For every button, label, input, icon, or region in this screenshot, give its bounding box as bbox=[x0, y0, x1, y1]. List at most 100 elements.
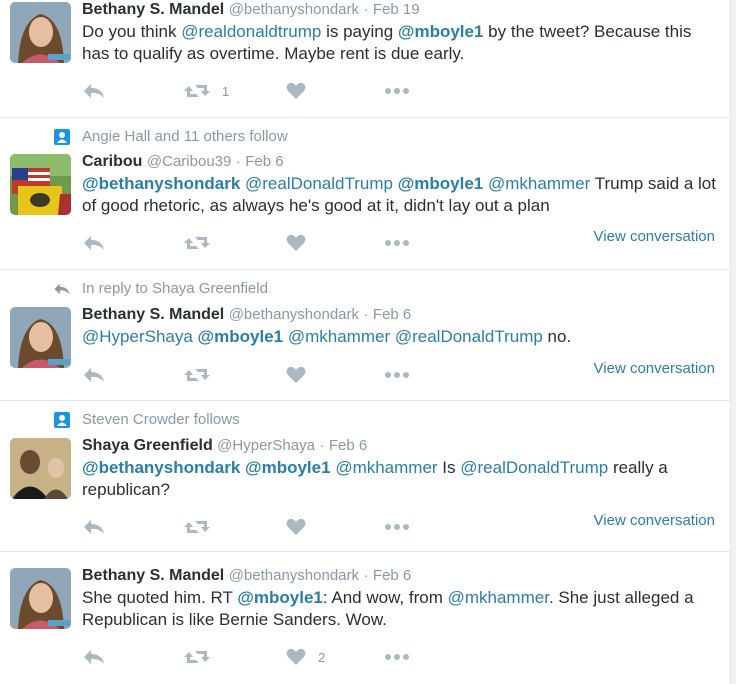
avatar[interactable] bbox=[10, 438, 71, 499]
avatar[interactable] bbox=[10, 307, 71, 368]
author-name[interactable]: Bethany S. Mandel bbox=[82, 1, 224, 18]
separator: · bbox=[363, 1, 369, 18]
mention-link[interactable]: @mkhammer bbox=[488, 174, 590, 193]
mention-link[interactable]: @mboyle1 bbox=[237, 588, 323, 607]
tweet-actions: 1 bbox=[82, 80, 722, 102]
author-name[interactable]: Bethany S. Mandel bbox=[82, 567, 224, 584]
reply-icon bbox=[82, 648, 106, 666]
timestamp[interactable]: Feb 6 bbox=[373, 567, 411, 584]
view-conversation-link[interactable]: View conversation bbox=[594, 228, 715, 246]
retweet-icon bbox=[184, 518, 210, 536]
retweet-icon bbox=[184, 648, 210, 666]
tweet-actions: 2 bbox=[82, 646, 722, 668]
tweet-actions: View conversation bbox=[82, 512, 722, 538]
tweet-actions: View conversation bbox=[82, 228, 722, 254]
avatar[interactable] bbox=[10, 2, 71, 63]
timestamp[interactable]: Feb 6 bbox=[373, 306, 411, 323]
author-handle[interactable]: @bethanyshondark bbox=[229, 306, 359, 323]
tweet-item[interactable]: Steven Crowder follows Shaya Greenfield … bbox=[0, 401, 730, 552]
mention-link[interactable]: @mkhammer bbox=[448, 588, 549, 607]
mention-link[interactable]: @mboyle1 bbox=[398, 22, 484, 41]
reply-button[interactable] bbox=[82, 232, 106, 254]
author-handle[interactable]: @bethanyshondark bbox=[229, 567, 359, 584]
reply-context[interactable]: In reply to Shaya Greenfield bbox=[82, 280, 268, 298]
follow-icon bbox=[53, 411, 71, 429]
follow-icon bbox=[53, 128, 71, 146]
view-conversation-link[interactable]: View conversation bbox=[594, 512, 715, 530]
like-button[interactable] bbox=[286, 80, 318, 102]
retweet-button[interactable] bbox=[184, 232, 210, 254]
retweet-button[interactable] bbox=[184, 646, 222, 668]
mention-link[interactable]: @mkhammer bbox=[288, 327, 390, 346]
more-icon bbox=[384, 238, 410, 248]
tweet-item[interactable]: In reply to Shaya Greenfield Bethany S. … bbox=[0, 270, 730, 401]
reply-button[interactable] bbox=[82, 516, 106, 538]
reply-button[interactable] bbox=[82, 364, 106, 386]
tweet-header: Shaya Greenfield @HyperShaya · Feb 6 bbox=[82, 436, 367, 456]
separator: · bbox=[235, 153, 241, 170]
reply-button[interactable] bbox=[82, 646, 106, 668]
tweet-header: Bethany S. Mandel @bethanyshondark · Feb… bbox=[82, 566, 411, 586]
reply-icon bbox=[82, 366, 106, 384]
like-button[interactable] bbox=[286, 364, 306, 386]
more-icon bbox=[384, 652, 410, 662]
like-button[interactable] bbox=[286, 232, 306, 254]
reply-icon bbox=[82, 82, 106, 100]
like-count: 2 bbox=[318, 649, 326, 665]
view-conversation-link[interactable]: View conversation bbox=[594, 360, 715, 378]
avatar[interactable] bbox=[10, 154, 71, 215]
author-handle[interactable]: @Caribou39 bbox=[147, 153, 231, 170]
reply-icon bbox=[82, 234, 106, 252]
retweet-button[interactable] bbox=[184, 516, 210, 538]
social-context[interactable]: Angie Hall and 11 others follow bbox=[82, 128, 288, 146]
social-context[interactable]: Steven Crowder follows bbox=[82, 411, 240, 429]
author-name[interactable]: Bethany S. Mandel bbox=[82, 306, 224, 323]
more-button[interactable] bbox=[384, 80, 410, 102]
tweet-header: Bethany S. Mandel @bethanyshondark · Feb… bbox=[82, 0, 420, 20]
retweet-count: 1 bbox=[222, 83, 230, 99]
mention-link[interactable]: @mboyle1 bbox=[398, 174, 484, 193]
mention-link[interactable]: @bethanyshondark bbox=[82, 458, 240, 477]
heart-icon bbox=[286, 234, 306, 252]
mention-link[interactable]: @realDonaldTrump bbox=[395, 327, 543, 346]
mention-link[interactable]: @mboyle1 bbox=[245, 458, 331, 477]
separator: · bbox=[363, 306, 369, 323]
reply-icon bbox=[82, 518, 106, 536]
more-button[interactable] bbox=[384, 646, 410, 668]
heart-icon bbox=[286, 648, 306, 666]
like-button[interactable]: 2 bbox=[286, 646, 325, 668]
mention-link[interactable]: @mkhammer bbox=[335, 458, 437, 477]
retweet-button[interactable] bbox=[184, 364, 210, 386]
tweet-item[interactable]: Bethany S. Mandel @bethanyshondark · Feb… bbox=[0, 0, 730, 118]
retweet-icon bbox=[184, 366, 210, 384]
tweet-text: She quoted him. RT @mboyle1: And wow, fr… bbox=[82, 588, 694, 629]
tweet-item[interactable]: Angie Hall and 11 others follow Caribou … bbox=[0, 118, 730, 270]
author-name[interactable]: Caribou bbox=[82, 153, 142, 170]
more-button[interactable] bbox=[384, 516, 410, 538]
author-name[interactable]: Shaya Greenfield bbox=[82, 437, 213, 454]
timestamp[interactable]: Feb 6 bbox=[245, 153, 283, 170]
heart-icon bbox=[286, 82, 306, 100]
mention-link[interactable]: @realdonaldtrump bbox=[181, 22, 321, 41]
like-button[interactable] bbox=[286, 516, 306, 538]
retweet-button[interactable]: 1 bbox=[184, 80, 229, 102]
tweet-item[interactable]: Bethany S. Mandel @bethanyshondark · Feb… bbox=[0, 552, 730, 684]
timestamp[interactable]: Feb 6 bbox=[329, 437, 367, 454]
author-handle[interactable]: @bethanyshondark bbox=[229, 1, 359, 18]
timestamp[interactable]: Feb 19 bbox=[373, 1, 420, 18]
tweet-text: @HyperShaya @mboyle1 @mkhammer @realDona… bbox=[82, 327, 572, 346]
reply-button[interactable] bbox=[82, 80, 106, 102]
mention-link[interactable]: @bethanyshondark bbox=[82, 174, 240, 193]
scrollbar[interactable] bbox=[730, 0, 736, 684]
more-button[interactable] bbox=[384, 232, 410, 254]
separator: · bbox=[363, 567, 369, 584]
more-button[interactable] bbox=[384, 364, 410, 386]
more-icon bbox=[384, 522, 410, 532]
author-handle[interactable]: @HyperShaya bbox=[217, 437, 315, 454]
mention-link[interactable]: @realDonaldTrump bbox=[245, 174, 393, 193]
mention-link[interactable]: @realDonaldTrump bbox=[460, 458, 608, 477]
tweet-header: Bethany S. Mandel @bethanyshondark · Feb… bbox=[82, 305, 411, 325]
mention-link[interactable]: @HyperShaya bbox=[82, 327, 193, 346]
mention-link[interactable]: @mboyle1 bbox=[198, 327, 284, 346]
avatar[interactable] bbox=[10, 568, 71, 629]
